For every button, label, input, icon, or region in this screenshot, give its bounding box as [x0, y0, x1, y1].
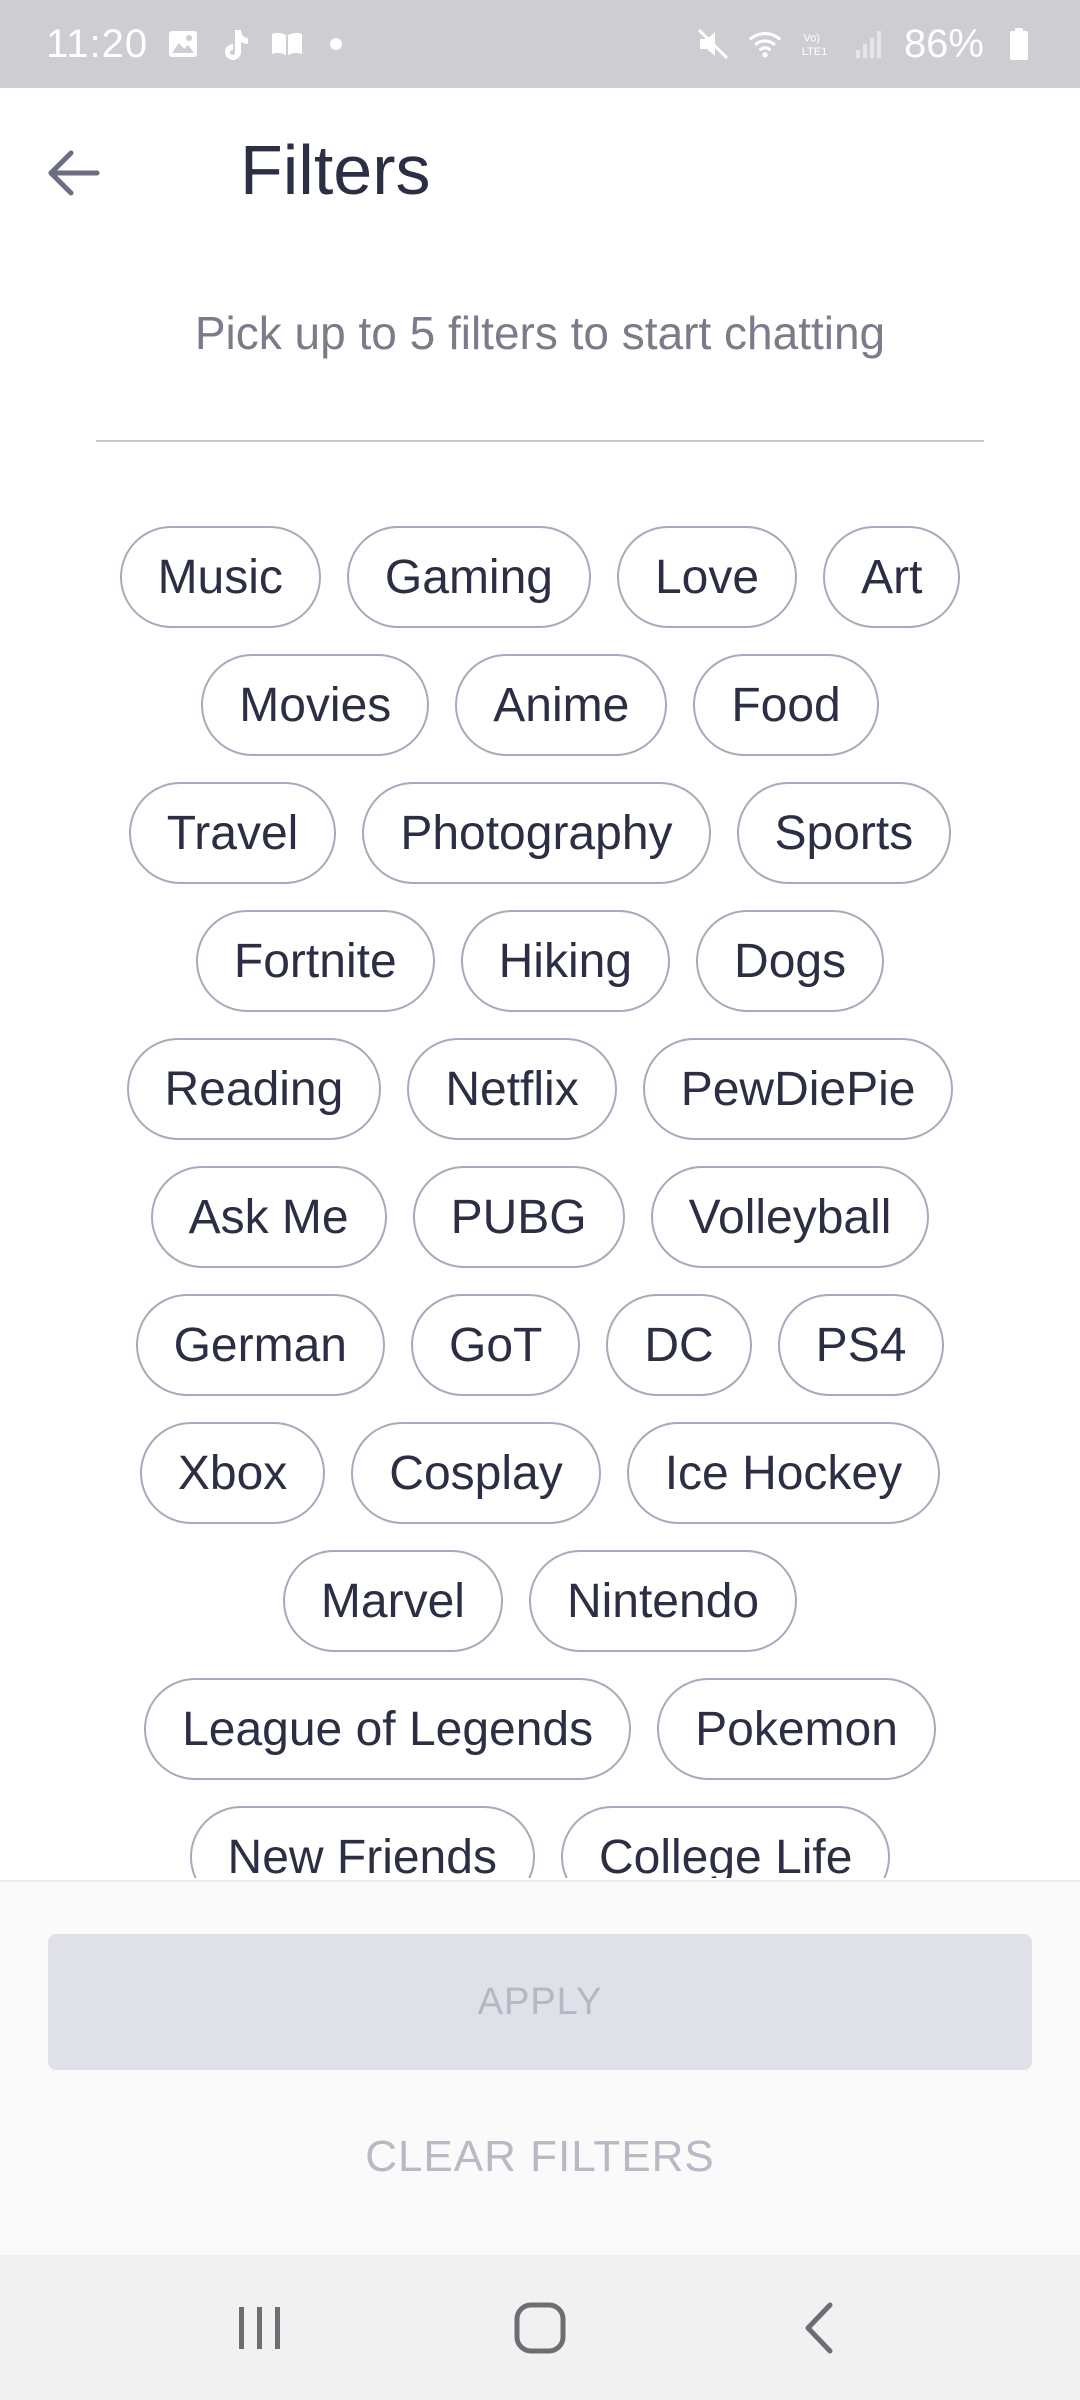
filter-chip-row: New Friends College Life — [0, 1806, 1080, 1878]
filter-chip-row: Xbox Cosplay Ice Hockey — [0, 1422, 1080, 1524]
filter-chip-hiking[interactable]: Hiking — [460, 910, 671, 1012]
system-nav-bar — [0, 2255, 1080, 2400]
home-icon — [514, 2302, 566, 2353]
filter-chip-row: Reading Netflix PewDiePie — [0, 1038, 1080, 1140]
status-right: Vo) LTE1 86% — [696, 22, 1036, 67]
filter-chip-nintendo[interactable]: Nintendo — [528, 1550, 798, 1652]
filter-chip-pubg[interactable]: PUBG — [412, 1166, 625, 1268]
svg-text:LTE1: LTE1 — [802, 46, 828, 58]
dot-icon — [330, 38, 343, 50]
battery-percentage: 86% — [903, 21, 984, 66]
filter-chip-row: Movies Anime Food — [0, 654, 1080, 756]
home-button[interactable] — [495, 2283, 585, 2373]
filter-chip-german[interactable]: German — [135, 1294, 385, 1396]
status-time: 11:20 — [46, 21, 149, 66]
signal-icon — [852, 27, 886, 61]
filter-chip-reading[interactable]: Reading — [126, 1038, 382, 1140]
filter-chip-row: Ask Me PUBG Volleyball — [0, 1166, 1080, 1268]
clear-filters-button[interactable]: CLEAR FILTERS — [0, 2122, 1080, 2192]
filter-chip-anime[interactable]: Anime — [455, 654, 668, 756]
filter-chip-travel[interactable]: Travel — [128, 782, 337, 884]
filter-chip-fortnite[interactable]: Fortnite — [195, 910, 435, 1012]
filter-chip-row: Music Gaming Love Art — [0, 526, 1080, 628]
status-bar: 11:20 Vo) LTE1 86% — [0, 0, 1080, 88]
filter-chip-got[interactable]: GoT — [410, 1294, 581, 1396]
arrow-left-icon — [48, 150, 100, 196]
bottom-action-panel: APPLY CLEAR FILTERS — [0, 1880, 1080, 2255]
filter-chip-movies[interactable]: Movies — [201, 654, 430, 756]
svg-text:Vo): Vo) — [803, 32, 820, 44]
filter-chip-ask-me[interactable]: Ask Me — [150, 1166, 387, 1268]
filter-chip-sports[interactable]: Sports — [736, 782, 952, 884]
filter-chip-gaming[interactable]: Gaming — [346, 526, 591, 628]
battery-icon — [1002, 27, 1036, 61]
filter-chip-ps4[interactable]: PS4 — [777, 1294, 945, 1396]
filter-chip-marvel[interactable]: Marvel — [282, 1550, 503, 1652]
filter-chip-netflix[interactable]: Netflix — [407, 1038, 617, 1140]
book-icon — [270, 27, 304, 61]
filter-chip-dogs[interactable]: Dogs — [696, 910, 885, 1012]
page-title: Filters — [240, 131, 431, 209]
filter-chip-music[interactable]: Music — [119, 526, 321, 628]
filter-chip-row: Fortnite Hiking Dogs — [0, 910, 1080, 1012]
back-button[interactable] — [38, 138, 108, 208]
filter-chip-new-friends[interactable]: New Friends — [189, 1806, 535, 1878]
subtitle: Pick up to 5 filters to start chatting — [194, 307, 886, 359]
apply-button[interactable]: APPLY — [48, 1934, 1032, 2070]
header: Filters — [0, 88, 1080, 258]
recent-apps-button[interactable] — [215, 2283, 305, 2373]
filter-chip-row: Marvel Nintendo — [0, 1550, 1080, 1652]
gallery-icon — [166, 27, 200, 61]
filter-chip-xbox[interactable]: Xbox — [139, 1422, 326, 1524]
recent-apps-icon — [239, 2306, 280, 2349]
filter-chip-college-life[interactable]: College Life — [560, 1806, 891, 1878]
filter-chip-ice-hockey[interactable]: Ice Hockey — [626, 1422, 941, 1524]
filter-chip-love[interactable]: Love — [616, 526, 798, 628]
filter-chip-cosplay[interactable]: Cosplay — [351, 1422, 601, 1524]
filter-chip-photography[interactable]: Photography — [362, 782, 711, 884]
filter-chip-pewdiepie[interactable]: PewDiePie — [642, 1038, 954, 1140]
filter-chip-pokemon[interactable]: Pokemon — [657, 1678, 936, 1780]
divider — [96, 440, 984, 442]
status-left: 11:20 — [46, 21, 343, 67]
mute-icon — [696, 27, 730, 61]
filter-chip-row: German GoT DC PS4 — [0, 1294, 1080, 1396]
filter-chip-league-of-legends[interactable]: League of Legends — [144, 1678, 632, 1780]
volte-icon: Vo) LTE1 — [800, 27, 834, 61]
filter-chips-list: Music Gaming Love Art Movies Anime Food Travel P… — [0, 526, 1080, 1878]
system-back-button[interactable] — [775, 2283, 865, 2373]
wifi-icon — [748, 27, 782, 61]
filter-chip-art[interactable]: Art — [823, 526, 961, 628]
filter-chip-volleyball[interactable]: Volleyball — [650, 1166, 930, 1268]
filter-chip-food[interactable]: Food — [693, 654, 879, 756]
tiktok-icon — [218, 27, 252, 61]
filter-chip-row: League of Legends Pokemon — [0, 1678, 1080, 1780]
back-icon — [805, 2302, 833, 2353]
filter-chip-row: Travel Photography Sports — [0, 782, 1080, 884]
filter-chip-dc[interactable]: DC — [606, 1294, 752, 1396]
